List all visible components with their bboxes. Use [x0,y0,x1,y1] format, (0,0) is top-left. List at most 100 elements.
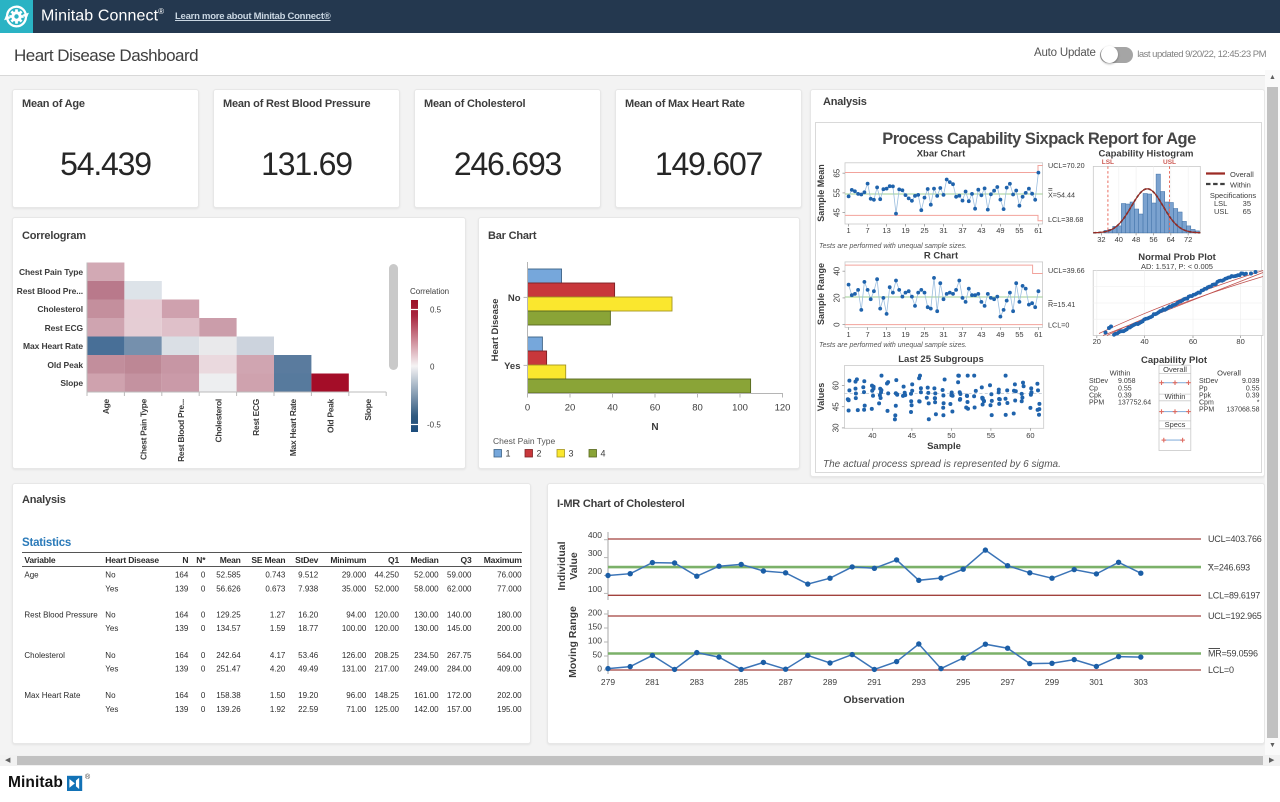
svg-text:29.000: 29.000 [342,571,367,580]
svg-text:80: 80 [692,403,703,414]
svg-text:195.00: 195.00 [497,705,522,714]
svg-text:289: 289 [823,677,837,687]
svg-text:130.00: 130.00 [414,611,439,620]
svg-text:300: 300 [588,548,602,558]
svg-text:139: 139 [175,624,189,633]
svg-text:0.673: 0.673 [265,584,286,593]
svg-text:0.5: 0.5 [430,306,442,315]
svg-text:R Chart: R Chart [924,251,959,262]
svg-text:LCL=38.68: LCL=38.68 [1048,215,1083,224]
svg-text:49: 49 [996,330,1004,339]
svg-text:64: 64 [1167,235,1175,244]
svg-text:0.39: 0.39 [1246,392,1260,399]
svg-text:PPM: PPM [1199,407,1214,414]
svg-text:200.00: 200.00 [497,624,522,633]
svg-text:150: 150 [588,622,602,632]
svg-text:43: 43 [977,226,985,235]
svg-text:249.00: 249.00 [414,665,439,674]
svg-text:1.27: 1.27 [270,611,286,620]
svg-text:140.00: 140.00 [447,611,472,620]
svg-text:R=15.41: R=15.41 [1048,300,1075,309]
svg-text:Sample Mean: Sample Mean [816,164,826,222]
svg-text:Pp: Pp [1199,385,1208,392]
svg-text:37: 37 [958,226,966,235]
svg-text:UCL=192.965: UCL=192.965 [1208,611,1262,621]
svg-text:139: 139 [175,705,189,714]
svg-text:0.55: 0.55 [1118,385,1132,392]
svg-text:148.25: 148.25 [375,691,400,700]
svg-text:71.00: 71.00 [346,705,367,714]
svg-text:4.20: 4.20 [270,665,286,674]
svg-text:139: 139 [175,584,189,593]
svg-text:120: 120 [775,403,791,414]
svg-text:100.00: 100.00 [342,624,367,633]
svg-text:StDev: StDev [1089,378,1109,385]
svg-text:31: 31 [939,330,947,339]
svg-text:30: 30 [832,423,841,432]
svg-text:126.00: 126.00 [342,651,367,660]
svg-text:13: 13 [882,226,890,235]
svg-text:Value: Value [568,552,580,580]
svg-text:32: 32 [1097,235,1105,244]
svg-text:1: 1 [847,226,851,235]
svg-text:9.512: 9.512 [298,571,319,580]
svg-text:200: 200 [588,608,602,618]
svg-text:48: 48 [1132,235,1140,244]
svg-text:Analysis: Analysis [22,494,66,506]
svg-text:0.743: 0.743 [265,571,286,580]
svg-text:120.00: 120.00 [375,624,400,633]
svg-text:UCL=403.766: UCL=403.766 [1208,534,1262,544]
svg-text:60: 60 [832,381,841,390]
svg-text:142.00: 142.00 [414,705,439,714]
svg-text:1.92: 1.92 [270,705,286,714]
svg-text:131.00: 131.00 [342,665,367,674]
svg-text:9.039: 9.039 [1242,378,1260,385]
svg-text:Chest Pain Type: Chest Pain Type [493,436,555,446]
svg-text:45: 45 [908,431,916,440]
svg-text:19.20: 19.20 [298,691,319,700]
svg-text:Yes: Yes [105,705,118,714]
svg-text:120.00: 120.00 [375,611,400,620]
svg-text:49: 49 [996,226,1004,235]
svg-text:137068.58: 137068.58 [1226,407,1259,414]
svg-text:208.25: 208.25 [375,651,400,660]
svg-text:18.77: 18.77 [298,624,319,633]
svg-text:Median: Median [411,555,439,565]
svg-text:N: N [651,422,658,433]
svg-text:285: 285 [734,677,748,687]
svg-text:180.00: 180.00 [497,611,522,620]
svg-text:4.17: 4.17 [270,651,286,660]
svg-text:9.058: 9.058 [1118,378,1136,385]
svg-text:202.00: 202.00 [497,691,522,700]
svg-text:217.00: 217.00 [375,665,400,674]
svg-text:0.55: 0.55 [1246,385,1260,392]
svg-text:65: 65 [1243,207,1251,216]
svg-text:AD: 1.517, P: < 0.005: AD: 1.517, P: < 0.005 [1141,262,1213,271]
svg-text:158.38: 158.38 [216,691,241,700]
svg-text:Sample: Sample [927,441,961,452]
svg-text:49.49: 49.49 [298,665,319,674]
svg-text:Statistics: Statistics [22,537,71,549]
svg-text:50: 50 [593,650,603,660]
svg-text:25: 25 [920,226,928,235]
svg-text:40: 40 [1140,337,1148,346]
svg-text:0: 0 [597,664,602,674]
svg-text:Overall: Overall [1230,170,1254,179]
svg-text:Heart Disease: Heart Disease [490,299,501,362]
svg-text:279: 279 [601,677,615,687]
svg-text:56: 56 [1149,235,1157,244]
svg-text:Within: Within [1165,392,1186,401]
svg-text:283: 283 [690,677,704,687]
svg-text:45: 45 [832,402,841,411]
svg-text:0: 0 [201,651,206,660]
svg-text:Process Capability Sixpack Rep: Process Capability Sixpack Report for Ag… [882,130,1196,148]
svg-text:31: 31 [939,226,947,235]
svg-text:129.25: 129.25 [216,611,241,620]
svg-text:267.75: 267.75 [447,651,472,660]
svg-text:137752.64: 137752.64 [1118,400,1151,407]
svg-text:56.626: 56.626 [216,584,241,593]
svg-text:Q3: Q3 [461,555,472,565]
svg-text:Cholesterol: Cholesterol [37,304,83,314]
svg-text:Max Heart Rate: Max Heart Rate [23,341,83,351]
svg-text:281: 281 [645,677,659,687]
